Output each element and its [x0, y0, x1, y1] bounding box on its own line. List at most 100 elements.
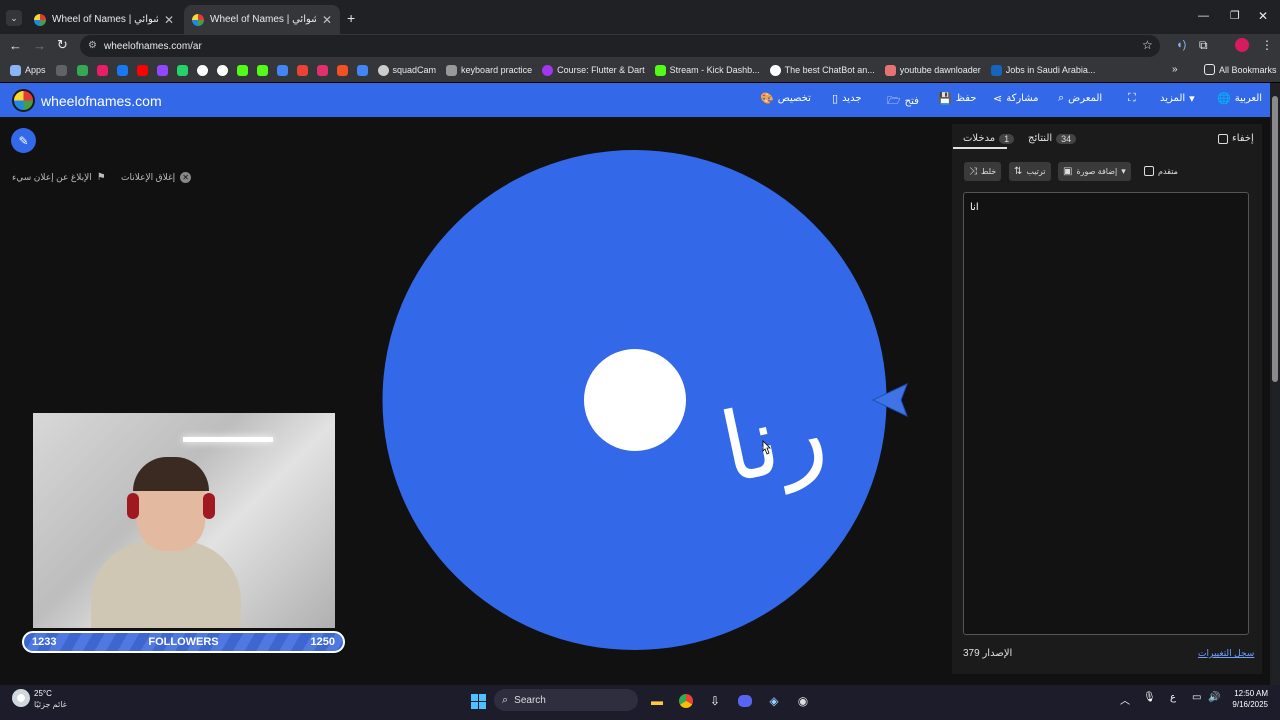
- changelog-link[interactable]: سجل التغييرات: [1198, 648, 1254, 659]
- sort-button[interactable]: ⇅ ترتيب: [1009, 162, 1051, 181]
- flag-icon: ⚑: [96, 172, 106, 183]
- customize-button[interactable]: 🎨 تخصيص: [760, 92, 811, 105]
- open-button[interactable]: 🗁 فتح: [887, 92, 919, 111]
- new-button[interactable]: ▯ جديد: [832, 92, 862, 105]
- windows-start-icon[interactable]: [466, 690, 490, 712]
- new-tab-plus-icon[interactable]: +: [347, 10, 355, 26]
- close-ads-link[interactable]: إغلاق الإعلانات ✕: [121, 172, 192, 183]
- upload-app-icon[interactable]: ⇩: [703, 690, 727, 712]
- site-logo[interactable]: [12, 89, 35, 112]
- clock-date[interactable]: 9/16/2025: [1226, 700, 1268, 709]
- bookmark-favicon-icon[interactable]: [296, 64, 308, 76]
- forward-arrow-icon[interactable]: →: [33, 38, 46, 53]
- bookmark-grid[interactable]: [55, 64, 67, 76]
- name-wheel[interactable]: رنا: [382, 150, 887, 650]
- clock-time[interactable]: 12:50 AM: [1230, 689, 1268, 698]
- edit-pencil-button[interactable]: ✎: [11, 128, 36, 153]
- active-tab-indicator: [953, 147, 1007, 149]
- bookmark-keyboard-practice[interactable]: keyboard practice: [446, 64, 532, 76]
- chrome-taskbar-icon[interactable]: [674, 690, 698, 712]
- microphone-icon[interactable]: 🎙: [1143, 692, 1156, 703]
- hide-panel-checkbox[interactable]: إخفاء: [1218, 133, 1254, 144]
- bookmark-jobs-saudi[interactable]: Jobs in Saudi Arabia...: [990, 64, 1095, 76]
- jobs-icon: [990, 64, 1002, 76]
- language-button[interactable]: 🌐 العربية: [1217, 92, 1262, 105]
- close-tab-icon[interactable]: ✕: [322, 13, 332, 27]
- openai-icon[interactable]: [196, 64, 208, 76]
- folder-icon: [446, 64, 458, 76]
- chatbot-icon: [769, 64, 781, 76]
- discord-icon[interactable]: [733, 690, 757, 712]
- shuffle-button[interactable]: ⤨ خلط: [964, 162, 1002, 181]
- bookmark-chatbot[interactable]: The best ChatBot an...: [769, 64, 875, 76]
- all-bookmarks-button[interactable]: All Bookmarks: [1204, 64, 1277, 75]
- docs-icon[interactable]: [356, 64, 368, 76]
- save-button[interactable]: 💾 حفظ: [938, 92, 976, 105]
- input-language[interactable]: ع: [1170, 692, 1176, 703]
- taskbar-search-box[interactable]: ⌕ Search: [494, 689, 638, 711]
- search-icon: ⌕: [502, 693, 509, 706]
- file-explorer-icon[interactable]: ▬: [645, 690, 669, 712]
- instagram-icon[interactable]: [316, 64, 328, 76]
- sort-icon: ⇅: [1014, 166, 1023, 177]
- read-aloud-icon[interactable]: ◖): [1176, 39, 1186, 51]
- restore-window-icon[interactable]: ❐: [1230, 9, 1240, 22]
- share-button[interactable]: ⋖ مشاركة: [993, 92, 1039, 105]
- facebook-icon[interactable]: [116, 64, 128, 76]
- kick-icon: [654, 64, 666, 76]
- site-info-icon[interactable]: ⚙: [88, 40, 97, 51]
- gallery-button[interactable]: ⌕ المعرض: [1058, 92, 1102, 105]
- more-menu-button[interactable]: المزيد ▾: [1160, 92, 1195, 105]
- minimize-window-icon[interactable]: —: [1198, 10, 1209, 22]
- browser-tab-1[interactable]: Wheel of Names | اسم العشوائي ✕: [26, 5, 182, 34]
- back-arrow-icon[interactable]: ←: [9, 38, 22, 53]
- bookmark-kick-dashboard[interactable]: Stream - Kick Dashb...: [654, 64, 760, 76]
- site-brand[interactable]: wheelofnames.com: [41, 93, 162, 109]
- bookmark-star-icon[interactable]: ☆: [1142, 38, 1153, 52]
- bookmark-youtube-downloader[interactable]: youtube dawnloader: [884, 64, 981, 76]
- fullscreen-button[interactable]: ⛶: [1128, 92, 1136, 105]
- tab-search-chevron-icon[interactable]: ⌄: [6, 10, 22, 26]
- twitch-icon[interactable]: [156, 64, 168, 76]
- reload-icon[interactable]: ↻: [57, 37, 68, 53]
- microsoft-icon[interactable]: [336, 64, 348, 76]
- more-bookmarks-chevron-icon[interactable]: »: [1172, 64, 1178, 75]
- add-image-dropdown[interactable]: ▣ إضافة صورة ▾: [1058, 162, 1131, 181]
- downloader-icon: [884, 64, 896, 76]
- bookmark-apps[interactable]: Apps: [10, 64, 46, 76]
- advanced-checkbox[interactable]: متقدم: [1144, 166, 1178, 176]
- report-ad-link[interactable]: الإبلاغ عن إعلان سيء ⚑: [12, 172, 106, 183]
- whatsapp-icon[interactable]: [176, 64, 188, 76]
- bookmark-favicon-icon[interactable]: [96, 64, 108, 76]
- kick-icon[interactable]: [256, 64, 268, 76]
- translate-icon[interactable]: [276, 64, 288, 76]
- obs-icon[interactable]: ◉: [791, 690, 815, 712]
- github-icon[interactable]: [216, 64, 228, 76]
- extensions-puzzle-icon[interactable]: ⧉: [1199, 38, 1208, 53]
- entries-textarea[interactable]: [963, 192, 1249, 635]
- profile-avatar[interactable]: [1235, 38, 1249, 52]
- youtube-icon[interactable]: [136, 64, 148, 76]
- volume-icon[interactable]: 🔊: [1208, 692, 1220, 703]
- steam-icon[interactable]: ◈: [762, 690, 786, 712]
- bookmark-favicon-icon[interactable]: [76, 64, 88, 76]
- udemy-icon: [542, 64, 554, 76]
- grid-icon: [55, 64, 67, 76]
- close-tab-icon[interactable]: ✕: [164, 13, 174, 27]
- bookmark-favicon-icon[interactable]: [236, 64, 248, 76]
- entries-count-badge: 1: [999, 133, 1015, 144]
- scrollbar-thumb[interactable]: [1272, 96, 1278, 382]
- wheel-pointer-arrow-icon: [871, 383, 908, 417]
- address-bar[interactable]: ⚙ wheelofnames.com/ar ☆: [80, 35, 1160, 57]
- tab-results[interactable]: النتائج 34: [1028, 133, 1077, 144]
- wheel-center-spin-button[interactable]: [584, 349, 686, 451]
- weather-cloud-icon[interactable]: [12, 689, 30, 707]
- tab-entries[interactable]: مدخلات 1: [963, 133, 1015, 144]
- bookmark-squadcam[interactable]: squadCam: [377, 64, 436, 76]
- network-icon[interactable]: ▭: [1192, 692, 1201, 703]
- show-hidden-icons-chevron-icon[interactable]: ︿: [1120, 692, 1130, 707]
- browser-tab-2[interactable]: Wheel of Names | اسم العشوائي ✕: [184, 5, 340, 34]
- close-window-icon[interactable]: ✕: [1258, 9, 1268, 23]
- browser-menu-kebab-icon[interactable]: ⋮: [1261, 38, 1273, 52]
- bookmark-flutter-course[interactable]: Course: Flutter & Dart: [542, 64, 645, 76]
